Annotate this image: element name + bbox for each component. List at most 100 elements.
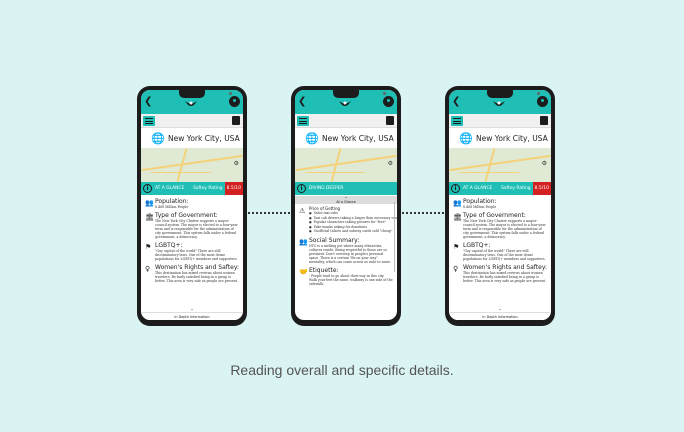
chevron-up-icon: ⌃ xyxy=(498,308,502,313)
section-title: LGBTQ+: xyxy=(463,242,491,249)
in-depth-link[interactable]: ⌃ In Depth Information xyxy=(141,308,243,320)
section-text: 8.468 Million People xyxy=(463,205,497,209)
glance-bar: i AT A GLANCE Saftey Rating 8.5/10 xyxy=(141,182,243,195)
menu-bar xyxy=(295,114,397,128)
section-population: 👥 Population: 8.468 Million People xyxy=(453,198,547,209)
hamburger-menu-icon[interactable] xyxy=(451,116,463,126)
back-arrow-icon[interactable]: ❮ xyxy=(298,96,309,107)
glance-bar: i AT A GLANCE Saftey Rating 8.5/10 xyxy=(449,182,551,195)
scrollbar[interactable] xyxy=(393,202,395,272)
app-logo-icon xyxy=(493,101,505,106)
top-bar: ❮ xyxy=(141,90,243,114)
settings-icon[interactable]: ⚙ xyxy=(234,160,239,167)
bag-icon[interactable] xyxy=(386,116,394,125)
app-logo-icon xyxy=(339,101,351,106)
camera xyxy=(383,92,386,95)
bag-icon[interactable] xyxy=(540,116,548,125)
glance-label[interactable]: AT A GLANCE xyxy=(463,186,492,191)
section-text: 8.468 Million People xyxy=(155,205,189,209)
menu-bar xyxy=(449,114,551,128)
info-icon[interactable]: i xyxy=(143,184,152,193)
list-item: Unofficial tickets and subway cards sold… xyxy=(309,229,393,234)
top-bar: ❮ xyxy=(449,90,551,114)
app-logo-icon xyxy=(185,101,197,106)
globe-icon: 🌐 xyxy=(151,131,165,145)
city-name: New York City, USA xyxy=(168,133,240,143)
hamburger-menu-icon[interactable] xyxy=(297,116,309,126)
city-header: 🌐 New York City, USA xyxy=(295,130,397,146)
menu-bar xyxy=(141,114,243,128)
map[interactable]: ⚙ xyxy=(295,148,397,182)
section-title: Population: xyxy=(463,198,497,205)
profile-icon[interactable] xyxy=(383,96,394,107)
notch xyxy=(179,90,232,98)
government-icon: 🏛 xyxy=(453,213,462,221)
info-icon[interactable]: i xyxy=(297,184,306,193)
section-government: 🏛 Type of Government: The New York City C… xyxy=(145,212,239,239)
section-population: 👥 Population: 8.468 Million People xyxy=(145,198,239,209)
profile-icon[interactable] xyxy=(537,96,548,107)
safety-value: 8.5/10 xyxy=(224,182,243,195)
social-icon: 👥 xyxy=(299,237,308,246)
people-icon: 👥 xyxy=(145,199,154,207)
people-icon: 👥 xyxy=(453,199,462,207)
back-arrow-icon[interactable]: ❮ xyxy=(452,96,463,107)
info-icon[interactable]: i xyxy=(451,184,460,193)
chevron-up-icon: ⌃ xyxy=(190,308,194,313)
section-title: Social Summary: xyxy=(309,236,360,244)
in-depth-link[interactable]: ⌃ In Depth Information xyxy=(449,308,551,320)
settings-icon[interactable]: ⚙ xyxy=(388,160,393,167)
connector-dots xyxy=(248,212,290,214)
lgbtq-icon: ⚑ xyxy=(145,243,152,251)
back-arrow-icon[interactable]: ❮ xyxy=(144,96,155,107)
lgbtq-icon: ⚑ xyxy=(453,243,460,251)
scam-icon: ⚠ xyxy=(299,207,306,215)
glance-label[interactable]: AT A GLANCE xyxy=(155,186,184,191)
map[interactable]: ⚙ xyxy=(141,148,243,182)
settings-icon[interactable]: ⚙ xyxy=(542,160,547,167)
section-text: This destination has mixed reviews about… xyxy=(155,271,238,283)
city-header: 🌐 New York City, USA xyxy=(141,130,243,146)
hamburger-menu-icon[interactable] xyxy=(143,116,155,126)
camera xyxy=(229,92,232,95)
city-header: 🌐 New York City, USA xyxy=(449,130,551,146)
in-depth-label: In Depth Information xyxy=(174,315,210,319)
section-title: Type of Government: xyxy=(155,212,218,219)
bag-icon[interactable] xyxy=(232,116,240,125)
safety-label: Saftey Rating xyxy=(501,186,531,191)
phone-left: ❮ 🌐 New York City, USA ⚙ i AT A GLANCE S… xyxy=(137,86,247,326)
section-women: ♀ Women's Rights and Saftey: This destina… xyxy=(453,264,547,283)
deeper-content: ⚠ Price of Getting Value taxi cabs Taxi … xyxy=(295,204,397,320)
city-name: New York City, USA xyxy=(322,133,394,143)
notch xyxy=(487,90,540,98)
section-title: Women's Rights and Saftey: xyxy=(155,264,239,271)
at-a-glance-link[interactable]: ⌄ At a Glance xyxy=(295,195,397,204)
phone-screen: ❮ 🌐 New York City, USA ⚙ i AT A GLANCE S… xyxy=(141,90,243,320)
section-lgbtq: ⚑ LGBTQ+: "Gay capital of the world" Ther… xyxy=(145,242,239,261)
map[interactable]: ⚙ xyxy=(449,148,551,182)
connector-dots xyxy=(402,212,444,214)
section-title: Etiquette: xyxy=(309,266,339,274)
section-title: Population: xyxy=(155,198,189,205)
section-text: This destination has mixed reviews about… xyxy=(463,271,546,283)
phone-screen: ❮ 🌐 New York City, USA ⚙ i AT A GLANCE S… xyxy=(449,90,551,320)
section-text: "Gay capital of the world" There are sti… xyxy=(155,249,238,261)
government-icon: 🏛 xyxy=(145,213,154,221)
globe-icon: 🌐 xyxy=(459,131,473,145)
info-content: 👥 Population: 8.468 Million People 🏛 Type… xyxy=(449,196,551,312)
notch xyxy=(333,90,386,98)
top-bar: ❮ xyxy=(295,90,397,114)
section-title: Women's Rights and Saftey: xyxy=(463,264,547,271)
handshake-icon: 🤝 xyxy=(299,267,308,276)
globe-icon: 🌐 xyxy=(305,131,319,145)
safety-label: Saftey Rating xyxy=(193,186,223,191)
section-government: 🏛 Type of Government: The New York City C… xyxy=(453,212,547,239)
phone-right: ❮ 🌐 New York City, USA ⚙ i AT A GLANCE S… xyxy=(445,86,555,326)
section-scams: ⚠ Price of Getting Value taxi cabs Taxi … xyxy=(299,206,397,234)
diving-deeper-label[interactable]: DIVING DEEPER xyxy=(309,186,343,191)
phone-screen: ❮ 🌐 New York City, USA ⚙ i DIVING DEEPER… xyxy=(295,90,397,320)
section-title: Type of Government: xyxy=(463,212,526,219)
section-text: The New York City Charter supports a may… xyxy=(463,219,546,239)
section-etiquette: 🤝 Etiquette: - People tend to go about th… xyxy=(299,267,393,286)
profile-icon[interactable] xyxy=(229,96,240,107)
